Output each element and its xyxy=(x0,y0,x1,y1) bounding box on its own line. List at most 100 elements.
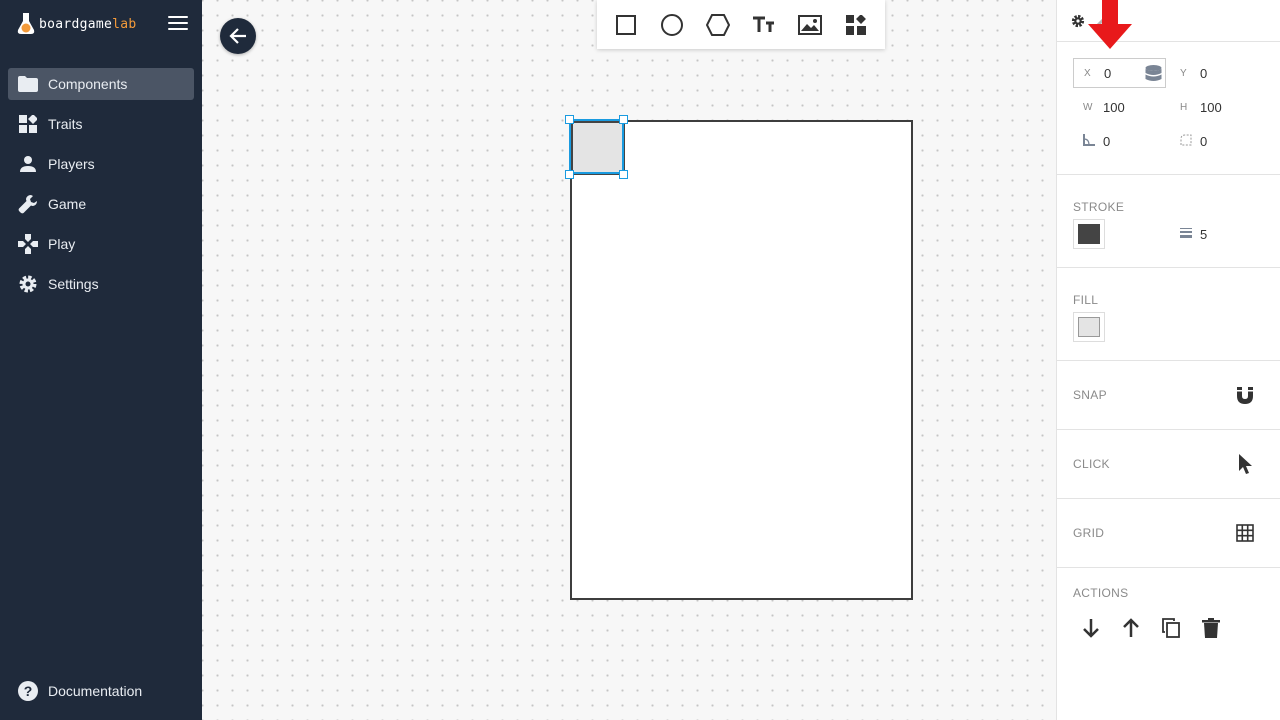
sidebar: boardgamelab Components Traits Players G… xyxy=(0,0,202,720)
sidebar-item-game[interactable]: Game xyxy=(8,188,194,220)
sidebar-item-label: Game xyxy=(48,196,87,212)
h-label: H xyxy=(1180,101,1188,113)
x-label: X xyxy=(1084,67,1091,79)
person-icon xyxy=(18,154,38,174)
move-up-button[interactable] xyxy=(1119,616,1143,640)
click-section: CLICK xyxy=(1057,430,1280,499)
fill-section: FILL xyxy=(1057,268,1280,361)
panel-header xyxy=(1057,0,1280,42)
cursor-icon[interactable] xyxy=(1233,452,1257,476)
grid-label: GRID xyxy=(1073,526,1105,540)
click-label: CLICK xyxy=(1073,457,1110,471)
gamepad-icon xyxy=(18,234,38,254)
image-tool[interactable] xyxy=(794,9,826,41)
trash-icon xyxy=(1202,618,1220,638)
stroke-width-value[interactable]: 5 xyxy=(1200,227,1207,242)
resize-handle-top-right[interactable] xyxy=(619,115,628,124)
grid-icon[interactable] xyxy=(1233,521,1257,545)
widget-tool[interactable] xyxy=(840,9,872,41)
w-value[interactable]: 100 xyxy=(1103,100,1125,115)
sidebar-item-players[interactable]: Players xyxy=(8,148,194,180)
widget-icon xyxy=(846,14,866,35)
selected-rectangle-shape[interactable] xyxy=(570,120,625,175)
sidebar-item-traits[interactable]: Traits xyxy=(8,108,194,140)
brand-name-accent: lab xyxy=(112,16,137,32)
stroke-label: STROKE xyxy=(1073,200,1125,214)
sidebar-item-label: Components xyxy=(48,76,128,92)
sidebar-item-settings[interactable]: Settings xyxy=(8,268,194,300)
brand[interactable]: boardgamelab xyxy=(16,12,137,36)
text-tool[interactable] xyxy=(748,9,780,41)
x-field[interactable]: X 0 xyxy=(1073,58,1166,88)
actions-label: ACTIONS xyxy=(1073,586,1129,600)
stroke-width-icon xyxy=(1180,227,1200,241)
traits-icon xyxy=(18,114,38,134)
properties-panel: X 0 Y 0 W 100 H 100 0 0 STROKE 5 FILL SN… xyxy=(1056,0,1280,720)
y-value[interactable]: 0 xyxy=(1200,66,1207,81)
database-icon[interactable] xyxy=(1145,65,1162,83)
brand-name: boardgamelab xyxy=(39,17,137,32)
rotation-field[interactable]: 0 xyxy=(1073,126,1166,156)
delete-button[interactable] xyxy=(1199,616,1223,640)
editor-canvas[interactable] xyxy=(202,0,1056,720)
hexagon-tool[interactable] xyxy=(702,9,734,41)
circle-icon xyxy=(661,13,683,36)
gear-icon[interactable] xyxy=(1071,14,1085,28)
resize-handle-top-left[interactable] xyxy=(565,115,574,124)
sidebar-item-play[interactable]: Play xyxy=(8,228,194,260)
copy-icon xyxy=(1162,618,1180,638)
arrow-down-icon xyxy=(1083,619,1099,638)
sidebar-item-label: Settings xyxy=(48,276,99,292)
stroke-section: STROKE 5 xyxy=(1057,175,1280,268)
folder-icon xyxy=(18,74,38,94)
sidebar-item-label: Play xyxy=(48,236,76,252)
stroke-color-swatch[interactable] xyxy=(1073,219,1105,249)
square-icon xyxy=(616,14,636,35)
component-card[interactable] xyxy=(570,120,913,600)
svg-text:?: ? xyxy=(24,683,33,699)
documentation-link[interactable]: ? Documentation xyxy=(18,681,142,701)
arrow-left-icon xyxy=(229,28,246,44)
height-field[interactable]: H 100 xyxy=(1170,92,1265,122)
help-icon: ? xyxy=(18,681,38,701)
w-label: W xyxy=(1083,101,1093,113)
fill-label: FILL xyxy=(1073,293,1099,307)
snap-label: SNAP xyxy=(1073,388,1107,402)
width-field[interactable]: W 100 xyxy=(1073,92,1166,122)
grid-section: GRID xyxy=(1057,499,1280,568)
corner-radius-icon xyxy=(1180,134,1200,149)
magnet-icon[interactable] xyxy=(1233,383,1257,407)
fill-color-swatch[interactable] xyxy=(1073,312,1105,342)
duplicate-button[interactable] xyxy=(1159,616,1183,640)
corner-radius-field[interactable]: 0 xyxy=(1170,126,1265,156)
x-value[interactable]: 0 xyxy=(1104,66,1111,81)
snap-section: SNAP xyxy=(1057,361,1280,430)
angle-icon xyxy=(1083,133,1103,149)
stroke-width-field[interactable]: 5 xyxy=(1170,219,1265,249)
gear-icon xyxy=(18,274,38,294)
sidebar-item-components[interactable]: Components xyxy=(8,68,194,100)
shape-toolbar xyxy=(597,0,885,49)
sidebar-item-label: Players xyxy=(48,156,95,172)
documentation-label: Documentation xyxy=(48,683,143,699)
y-field[interactable]: Y 0 xyxy=(1170,58,1265,88)
resize-handle-bottom-left[interactable] xyxy=(565,170,574,179)
rectangle-tool[interactable] xyxy=(610,9,642,41)
layers-icon[interactable] xyxy=(1095,14,1109,28)
wrench-icon xyxy=(18,194,38,214)
sidebar-nav: Components Traits Players Game Play Sett… xyxy=(8,68,194,308)
menu-toggle-icon[interactable] xyxy=(168,16,188,32)
back-button[interactable] xyxy=(220,18,256,54)
actions-section: ACTIONS xyxy=(1057,568,1280,718)
h-value[interactable]: 100 xyxy=(1200,100,1222,115)
text-icon xyxy=(753,16,774,32)
brand-name-main: boardgame xyxy=(39,16,113,32)
radius-value[interactable]: 0 xyxy=(1200,134,1207,149)
sidebar-item-label: Traits xyxy=(48,116,83,132)
circle-tool[interactable] xyxy=(656,9,688,41)
move-down-button[interactable] xyxy=(1079,616,1103,640)
flask-logo-icon xyxy=(17,13,35,34)
arrow-up-icon xyxy=(1123,618,1139,637)
resize-handle-bottom-right[interactable] xyxy=(619,170,628,179)
rotation-value[interactable]: 0 xyxy=(1103,134,1110,149)
